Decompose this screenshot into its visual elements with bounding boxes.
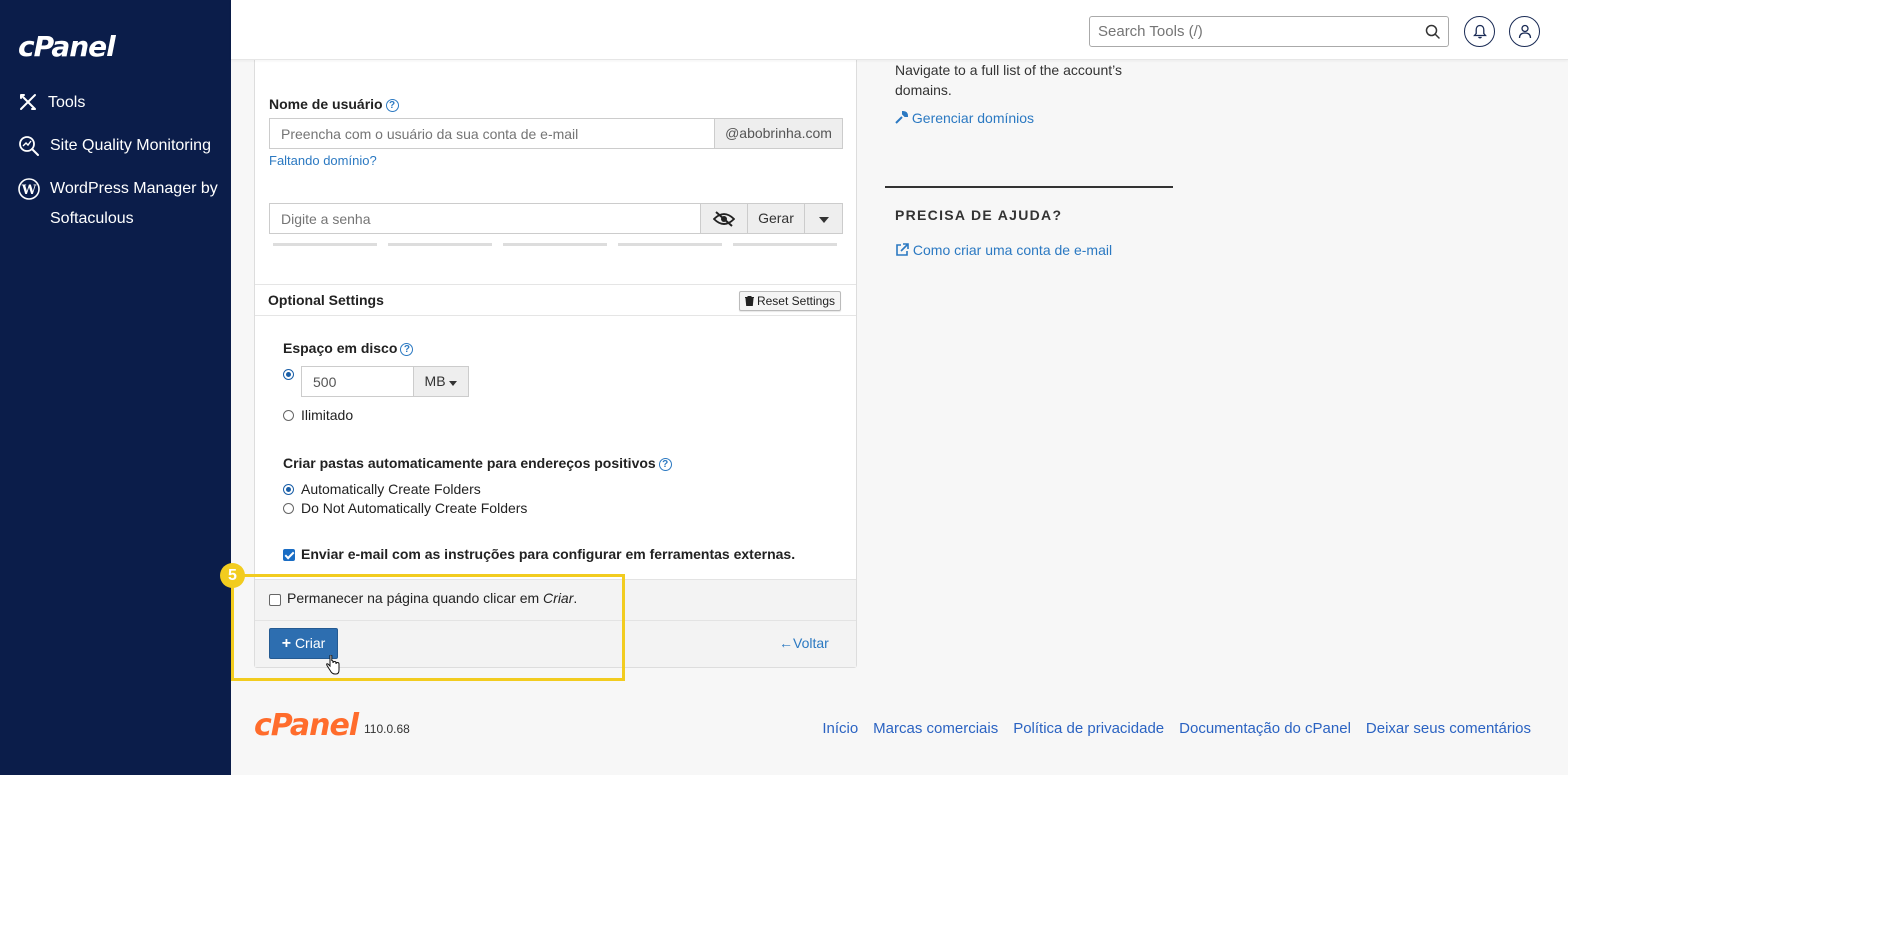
no-auto-folders-radio[interactable] [283, 503, 294, 514]
username-input[interactable] [269, 118, 715, 149]
cpanel-logo[interactable]: cPanel [18, 30, 116, 63]
manage-domains-link[interactable]: Gerenciar domínios [895, 110, 1034, 126]
domains-description: Navigate to a full list of the account’s… [895, 62, 1122, 98]
caret-down-icon [449, 381, 458, 386]
auto-folders-label: Criar pastas automaticamente para endere… [283, 455, 672, 471]
sidebar-item-site-quality-monitoring[interactable]: Site Quality Monitoring [18, 131, 211, 161]
footer-link-home[interactable]: Início [822, 720, 858, 737]
external-link-icon [896, 243, 909, 256]
disk-unlimited-radio[interactable] [283, 410, 294, 421]
disk-quota-input[interactable] [301, 366, 414, 397]
search-icon[interactable] [1425, 24, 1440, 39]
caret-down-icon [818, 217, 829, 223]
auto-create-folders-label: Automatically Create Folders [301, 481, 481, 497]
optional-settings-header: Optional Settings Reset Settings [255, 284, 856, 316]
password-strength-segment [733, 243, 837, 246]
password-strength-segment [618, 243, 722, 246]
magnifier-chart-icon [19, 136, 39, 156]
version-label: 110.0.68 [364, 722, 410, 736]
footer-link-privacy[interactable]: Política de privacidade [1013, 720, 1164, 737]
cpanel-footer-logo[interactable]: cPanel [254, 708, 359, 743]
help-article-link[interactable]: Como criar uma conta de e-mail [895, 242, 1112, 258]
generate-password-button[interactable]: Gerar [747, 203, 805, 234]
password-input[interactable] [269, 203, 701, 234]
tools-icon [20, 94, 36, 110]
search-input[interactable] [1090, 17, 1410, 46]
sidebar-item-label: WordPress Manager by Softaculous [50, 180, 218, 227]
wordpress-icon: W [18, 178, 40, 200]
sidebar-item-label: Site Quality Monitoring [50, 137, 211, 154]
toggle-password-visibility-button[interactable] [700, 203, 748, 234]
top-bar [231, 0, 1568, 60]
sidebar-item-wordpress-manager[interactable]: W WordPress Manager by Softaculous [18, 174, 218, 234]
optional-settings-title: Optional Settings [268, 292, 384, 308]
step-number-badge: 5 [220, 563, 245, 588]
reset-settings-button[interactable]: Reset Settings [738, 291, 841, 311]
send-instructions-checkbox[interactable] [283, 549, 295, 561]
trash-icon [744, 295, 754, 307]
footer-link-feedback[interactable]: Deixar seus comentários [1366, 720, 1531, 737]
send-instructions-label: Enviar e-mail com as instruções para con… [301, 546, 796, 562]
help-icon[interactable]: ? [385, 99, 399, 112]
username-label: Nome de usuário? [269, 96, 399, 112]
sidebar: cPanel Tools Site Quality Monitoring W W… [0, 0, 231, 775]
user-icon [1518, 24, 1531, 39]
eye-slash-icon [712, 211, 736, 227]
disk-unit-dropdown[interactable]: MB [413, 366, 469, 397]
help-icon[interactable]: ? [658, 458, 672, 471]
step-highlight-box [231, 574, 625, 681]
password-strength-segment [388, 243, 492, 246]
sidebar-item-tools[interactable]: Tools [18, 88, 85, 118]
password-strength-segment [503, 243, 607, 246]
unlimited-label: Ilimitado [301, 407, 354, 423]
footer-link-documentation[interactable]: Documentação do cPanel [1179, 720, 1351, 737]
footer-links: Início Marcas comerciais Política de pri… [822, 720, 1531, 737]
help-section-title: PRECISA DE AJUDA? [895, 207, 1063, 223]
auto-create-folders-radio[interactable] [283, 484, 294, 495]
arrow-left-icon: ← [779, 635, 793, 651]
generate-options-dropdown[interactable] [804, 203, 843, 234]
divider [885, 186, 1173, 188]
app-window: cPanel Tools Site Quality Monitoring W W… [0, 0, 1568, 775]
missing-domain-link[interactable]: Faltando domínio? [269, 153, 377, 168]
no-auto-folders-label: Do Not Automatically Create Folders [301, 500, 528, 516]
help-icon[interactable]: ? [400, 343, 414, 356]
search-box [1089, 16, 1449, 47]
disk-space-label: Espaço em disco? [283, 340, 414, 356]
sidebar-item-label: Tools [48, 94, 86, 111]
user-menu-button[interactable] [1509, 16, 1540, 47]
bell-icon [1472, 24, 1487, 39]
domain-addon[interactable]: @abobrinha.com [714, 118, 843, 149]
wrench-icon [895, 110, 909, 124]
disk-limit-radio[interactable] [283, 369, 294, 380]
notifications-button[interactable] [1464, 16, 1495, 47]
password-strength-segment [273, 243, 377, 246]
back-link[interactable]: ←Voltar [779, 635, 829, 651]
svg-text:W: W [21, 183, 37, 198]
footer-link-trademarks[interactable]: Marcas comerciais [873, 720, 998, 737]
